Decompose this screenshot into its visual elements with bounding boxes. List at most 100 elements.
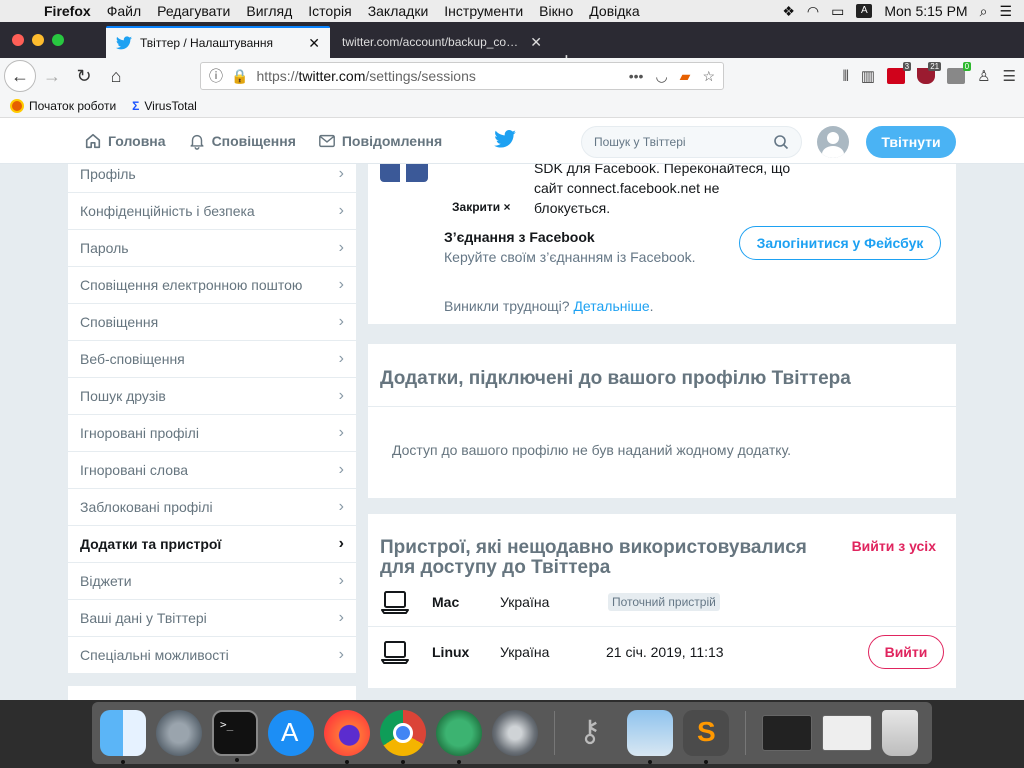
clock[interactable]: Mon 5:15 PM — [884, 3, 967, 19]
menu-bookmarks[interactable]: Закладки — [360, 3, 437, 19]
search-placeholder: Пошук у Твіттері — [594, 135, 686, 149]
settings-item-email-notifications[interactable]: Сповіщення електронною поштою › — [68, 267, 356, 304]
twitter-search-input[interactable]: Пошук у Твіттері — [581, 126, 802, 158]
settings-item-password[interactable]: Пароль › — [68, 230, 356, 267]
chevron-right-icon: › — [338, 535, 344, 552]
menu-view[interactable]: Вигляд — [238, 3, 300, 19]
divider — [368, 406, 956, 407]
settings-item-label: Спеціальні можливості — [80, 647, 229, 663]
settings-item-label: Додатки та пристрої — [80, 536, 222, 552]
tab-close-icon[interactable]: ✕ — [530, 34, 542, 51]
tab-backup-code[interactable]: twitter.com/account/backup_code/p ✕ — [332, 26, 552, 58]
close-facebook-banner-button[interactable]: Закрити × — [452, 200, 511, 214]
current-device-badge: Поточний пристрій — [608, 593, 720, 611]
minimize-window-icon[interactable] — [32, 34, 44, 46]
logout-device-button[interactable]: Вийти — [868, 634, 944, 669]
settings-item-label: Сповіщення — [80, 314, 159, 330]
settings-item-privacy[interactable]: Конфіденційність і безпека › — [68, 193, 356, 230]
back-arrow-icon[interactable]: ← — [4, 60, 36, 92]
firefox-icon[interactable] — [324, 710, 370, 764]
menu-window[interactable]: Вікно — [531, 3, 581, 19]
devices-panel: Пристрої, які нещодавно використовувалис… — [368, 514, 956, 688]
menu-edit[interactable]: Редагувати — [149, 3, 238, 19]
preview-icon[interactable] — [627, 710, 673, 764]
menu-tools[interactable]: Інструменти — [436, 3, 531, 19]
settings-item-find-friends[interactable]: Пошук друзів › — [68, 378, 356, 415]
app-store-icon[interactable]: A — [268, 710, 314, 756]
terminal-icon[interactable]: >_ — [212, 710, 258, 762]
settings-item-accessibility[interactable]: Спеціальні можливості › — [68, 637, 356, 674]
menu-file[interactable]: Файл — [99, 3, 149, 19]
settings-item-label: Пошук друзів — [80, 388, 166, 404]
chrome-window-thumbnail-icon[interactable] — [822, 715, 872, 751]
sidebar-icon[interactable]: ▥ — [861, 67, 875, 85]
ublock-shield-icon[interactable]: 21 — [917, 62, 942, 84]
wifi-icon[interactable]: ◠ — [807, 3, 819, 20]
envelope-icon — [318, 134, 335, 148]
settings-item-blocked-accounts[interactable]: Заблоковані профілі › — [68, 489, 356, 526]
menu-history[interactable]: Історія — [300, 3, 359, 19]
hamburger-menu-icon[interactable]: ☰ — [1003, 67, 1016, 85]
library-icon[interactable]: ⫴ — [843, 68, 849, 85]
menu-app-name[interactable]: Firefox — [36, 3, 99, 19]
settings-item-apps-devices[interactable]: Додатки та пристрої › — [68, 526, 356, 563]
settings-item-notifications[interactable]: Сповіщення › — [68, 304, 356, 341]
settings-item-widgets[interactable]: Віджети › — [68, 563, 356, 600]
close-window-icon[interactable] — [12, 34, 24, 46]
finder-icon[interactable] — [100, 710, 146, 764]
tab-twitter-settings[interactable]: Твіттер / Налаштування ✕ — [106, 26, 330, 58]
home-icon[interactable]: ⌂ — [100, 60, 132, 92]
learn-more-link[interactable]: Детальніше — [573, 298, 649, 314]
facebook-login-button[interactable]: Залогінитися у Фейсбук — [739, 226, 941, 260]
keychain-access-icon[interactable]: ⚷ — [571, 710, 617, 756]
zoom-window-icon[interactable] — [52, 34, 64, 46]
url-bar[interactable]: ⓘ 🔒 https:// twitter.com /settings/sessi… — [200, 62, 724, 90]
extension-chart-icon[interactable]: ▰ — [680, 68, 691, 85]
device-name: Mac — [432, 594, 460, 610]
search-icon[interactable] — [773, 134, 789, 150]
bookmark-getting-started[interactable]: Початок роботи — [10, 98, 116, 113]
nav-messages[interactable]: Повідомлення — [318, 132, 442, 150]
reload-icon[interactable]: ↻ — [68, 60, 100, 92]
bookmark-virustotal[interactable]: Σ VirusTotal — [132, 99, 197, 113]
avatar[interactable] — [817, 126, 849, 158]
notification-center-icon[interactable]: ☰ — [999, 3, 1012, 20]
twitter-bird-icon[interactable] — [494, 130, 516, 148]
launchpad-icon[interactable] — [156, 710, 202, 756]
terminal-window-thumbnail-icon[interactable] — [762, 715, 812, 751]
laptop-icon — [381, 640, 409, 664]
lock-icon[interactable]: 🔒 — [231, 68, 248, 85]
site-info-icon[interactable]: ⓘ — [209, 66, 223, 86]
forward-arrow-icon[interactable]: → — [36, 60, 68, 92]
logout-all-button[interactable]: Вийти з усіх — [852, 538, 936, 554]
sublime-text-icon[interactable]: S — [683, 710, 729, 764]
extension-green-badge-icon[interactable]: 0 — [947, 62, 972, 84]
tab-close-icon[interactable]: ✕ — [308, 35, 320, 52]
nav-home[interactable]: Головна — [84, 132, 166, 150]
settings-item-muted-words[interactable]: Ігноровані слова › — [68, 452, 356, 489]
extension-person-icon[interactable]: ♙ — [977, 67, 990, 85]
settings-item-your-data[interactable]: Ваші дані у Твіттері › — [68, 600, 356, 637]
network-app-icon[interactable] — [436, 710, 482, 764]
settings-item-web-notifications[interactable]: Веб-сповіщення › — [68, 341, 356, 378]
trash-icon[interactable] — [882, 710, 918, 756]
extension-red-icon[interactable]: 3 — [887, 62, 912, 84]
system-preferences-icon[interactable] — [492, 710, 538, 756]
pocket-icon[interactable]: ◡ — [655, 68, 667, 85]
battery-icon[interactable]: ▭ — [831, 3, 844, 20]
nav-notifications[interactable]: Сповіщення — [188, 132, 296, 150]
spotlight-search-icon[interactable]: ⌕ — [980, 3, 988, 20]
page-actions-icon[interactable]: ••• — [629, 68, 644, 85]
help-prefix: Виникли труднощі? — [444, 298, 570, 314]
bell-icon — [189, 134, 204, 150]
input-source-icon[interactable]: A — [856, 4, 873, 18]
tweet-button[interactable]: Твітнути — [866, 126, 956, 158]
device-location: Україна — [500, 643, 550, 660]
bookmark-star-icon[interactable]: ☆ — [702, 68, 715, 85]
chrome-icon[interactable] — [380, 710, 426, 764]
settings-item-muted-accounts[interactable]: Ігноровані профілі › — [68, 415, 356, 452]
tab-title: twitter.com/account/backup_code/p — [342, 35, 525, 49]
menu-help[interactable]: Довідка — [581, 3, 647, 19]
toolbar-extensions: ⫴ ▥ 3 21 0 ♙ ☰ — [843, 62, 1016, 90]
dropbox-icon[interactable]: ❖ — [782, 3, 795, 20]
